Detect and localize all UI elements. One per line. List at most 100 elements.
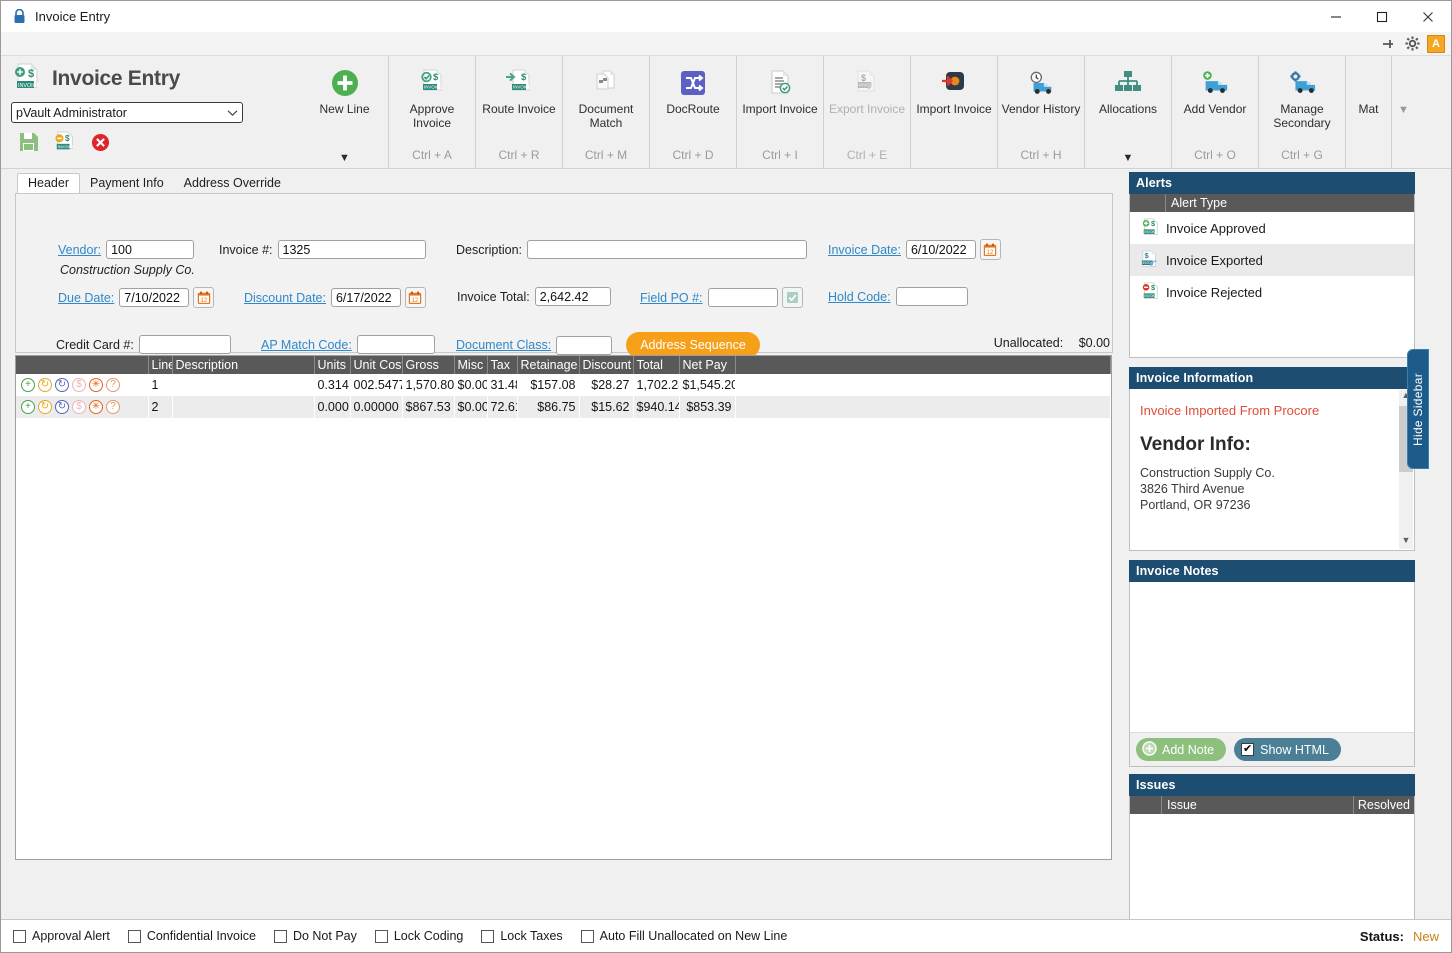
chevron-down-icon[interactable]: ▼ bbox=[301, 152, 388, 164]
check-doc-icon[interactable] bbox=[781, 287, 803, 308]
refresh-icon[interactable]: ↻ bbox=[55, 400, 69, 414]
save-icon[interactable] bbox=[19, 132, 39, 155]
checkbox-box[interactable] bbox=[580, 929, 594, 943]
checkbox-lock-coding[interactable]: Lock Coding bbox=[374, 929, 463, 943]
cell-gross[interactable]: $867.53 bbox=[402, 396, 454, 418]
maximize-button[interactable] bbox=[1359, 1, 1405, 32]
grid-col-gross[interactable]: Gross bbox=[402, 356, 455, 374]
cell-gross[interactable]: 1,570.80 bbox=[402, 374, 454, 396]
dollar-icon[interactable]: $ bbox=[72, 400, 86, 414]
grid-col-retainage[interactable]: Retainage bbox=[517, 356, 580, 374]
checkbox-box[interactable] bbox=[127, 929, 141, 943]
discount-date-input[interactable]: 6/17/2022 bbox=[330, 288, 401, 307]
invoice-date-label[interactable]: Invoice Date: bbox=[828, 243, 901, 257]
vendor-label[interactable]: Vendor: bbox=[58, 243, 101, 257]
history-icon[interactable]: ↻ bbox=[38, 378, 52, 392]
issues-col-issue[interactable]: Issue bbox=[1162, 796, 1354, 814]
history-icon[interactable]: ↻ bbox=[38, 400, 52, 414]
tab-address-override[interactable]: Address Override bbox=[174, 174, 291, 193]
notes-editor[interactable] bbox=[1130, 582, 1414, 732]
ribbon-button-export-invoice[interactable]: $ INVOICE Export Invoice Ctrl + E bbox=[823, 56, 910, 168]
ribbon-button-add-vendor[interactable]: Add Vendor Ctrl + O bbox=[1171, 56, 1258, 168]
show-html-toggle[interactable]: ✔ Show HTML bbox=[1234, 738, 1341, 761]
document-class-input[interactable] bbox=[556, 335, 613, 355]
cell-description[interactable] bbox=[172, 374, 314, 396]
cell-unit-cost[interactable]: 002.54777 bbox=[350, 374, 402, 396]
dollar-icon[interactable]: $ bbox=[72, 378, 86, 392]
add-line-icon[interactable]: + bbox=[21, 400, 35, 414]
cell-units[interactable]: 0.314 bbox=[314, 374, 350, 396]
cell-total[interactable]: $940.14 bbox=[633, 396, 679, 418]
grid-col-discount[interactable]: Discount bbox=[579, 356, 634, 374]
cell-units[interactable]: 0.000 bbox=[314, 396, 350, 418]
list-item[interactable]: $ INVOICE Invoice Exported bbox=[1130, 244, 1414, 276]
app-badge-icon[interactable]: A bbox=[1427, 34, 1445, 53]
hold-code-input[interactable] bbox=[895, 287, 968, 306]
cancel-icon[interactable]: ✳ bbox=[89, 378, 103, 392]
checkbox-confidential-invoice[interactable]: Confidential Invoice bbox=[127, 929, 256, 943]
cell-net-pay[interactable]: $853.39 bbox=[679, 396, 735, 418]
cell-total[interactable]: 1,702.28 bbox=[633, 374, 679, 396]
invoice-date-input[interactable]: 6/10/2022 bbox=[905, 240, 976, 259]
ribbon-button-manage-secondary[interactable]: Manage Secondary Ctrl + G bbox=[1258, 56, 1345, 168]
grid-col-description[interactable]: Description bbox=[172, 356, 315, 374]
list-item[interactable]: $ INVOICE Invoice Approved bbox=[1130, 212, 1414, 244]
grid-col-misc[interactable]: Misc bbox=[454, 356, 488, 374]
ribbon-button-document-match[interactable]: Document Match Ctrl + M bbox=[562, 56, 649, 168]
invoice-number-input[interactable]: 1325 bbox=[277, 240, 426, 259]
ribbon-button-mat[interactable]: Mat bbox=[1345, 56, 1391, 168]
ribbon-button-import-invoice[interactable]: Import Invoice Ctrl + I bbox=[736, 56, 823, 168]
help-icon[interactable]: ? bbox=[106, 378, 120, 392]
add-line-icon[interactable]: + bbox=[21, 378, 35, 392]
due-date-input[interactable]: 7/10/2022 bbox=[119, 288, 190, 307]
close-button[interactable] bbox=[1405, 1, 1451, 32]
cell-retainage[interactable]: $157.08 bbox=[517, 374, 579, 396]
due-date-label[interactable]: Due Date: bbox=[58, 291, 114, 305]
discount-date-label[interactable]: Discount Date: bbox=[244, 291, 326, 305]
vendor-input[interactable]: 100 bbox=[106, 240, 195, 259]
field-po-label[interactable]: Field PO #: bbox=[640, 291, 703, 305]
checkbox-lock-taxes[interactable]: Lock Taxes bbox=[481, 929, 563, 943]
grid-col-unit-cost[interactable]: Unit Cost bbox=[350, 356, 403, 374]
checkbox-box[interactable] bbox=[374, 929, 388, 943]
grid-col-tax[interactable]: Tax bbox=[487, 356, 518, 374]
ribbon-button-approve-invoice[interactable]: $ INVOICE Approve Invoice Ctrl + A bbox=[388, 56, 475, 168]
calendar-icon[interactable]: 12 bbox=[404, 287, 426, 308]
checkbox-box[interactable] bbox=[273, 929, 287, 943]
cell-misc[interactable]: $0.00 bbox=[454, 374, 487, 396]
cancel-icon[interactable]: ✳ bbox=[89, 400, 103, 414]
ribbon-button-route-invoice[interactable]: $ INVOICE Route Invoice Ctrl + R bbox=[475, 56, 562, 168]
add-note-button[interactable]: Add Note bbox=[1136, 738, 1227, 761]
cell-retainage[interactable]: $86.75 bbox=[517, 396, 579, 418]
tab-payment-info[interactable]: Payment Info bbox=[80, 174, 174, 193]
description-input[interactable] bbox=[527, 240, 807, 259]
ribbon-button-vendor-history[interactable]: Vendor History Ctrl + H bbox=[997, 56, 1084, 168]
help-icon[interactable]: ? bbox=[106, 400, 120, 414]
cell-discount[interactable]: $28.27 bbox=[579, 374, 633, 396]
grid-col-units[interactable]: Units bbox=[314, 356, 351, 374]
hide-sidebar-button[interactable]: Hide Sidebar bbox=[1407, 349, 1429, 469]
grid-col-line[interactable]: Line bbox=[148, 356, 173, 374]
ap-match-input[interactable] bbox=[356, 335, 435, 354]
pin-icon[interactable] bbox=[1379, 35, 1397, 53]
ribbon-button-new-line[interactable]: New Line ▼ bbox=[301, 56, 388, 168]
cell-misc[interactable]: $0.00 bbox=[454, 396, 487, 418]
credit-card-input[interactable] bbox=[138, 335, 231, 354]
chevron-down-icon[interactable]: ▼ bbox=[1085, 152, 1171, 164]
refresh-icon[interactable]: ↻ bbox=[55, 378, 69, 392]
list-item[interactable]: $ INVOICE Invoice Rejected bbox=[1130, 276, 1414, 308]
table-row[interactable]: + ↻ ↻ $ ✳ ? 1 0.314 002.547 1,570.80 $0.… bbox=[16, 374, 1111, 396]
checkbox-approval-alert[interactable]: Approval Alert bbox=[13, 929, 110, 943]
checkbox-box[interactable] bbox=[13, 929, 26, 943]
ribbon-overflow-chevron-down-icon[interactable]: ▼ bbox=[1391, 56, 1415, 168]
delete-icon[interactable] bbox=[91, 133, 110, 155]
grid-col-net-pay[interactable]: Net Pay bbox=[679, 356, 736, 374]
scroll-down-icon[interactable]: ▼ bbox=[1399, 535, 1413, 549]
ribbon-button-import-invoice-2[interactable]: Import Invoice bbox=[910, 56, 997, 168]
issues-col-resolved[interactable]: Resolved bbox=[1354, 798, 1414, 812]
grid-col-total[interactable]: Total bbox=[633, 356, 680, 374]
gear-icon[interactable] bbox=[1403, 35, 1421, 53]
checkbox-auto-fill-unallocated[interactable]: Auto Fill Unallocated on New Line bbox=[580, 929, 787, 943]
checkbox-box[interactable] bbox=[481, 929, 495, 943]
ap-match-label[interactable]: AP Match Code: bbox=[261, 338, 352, 352]
